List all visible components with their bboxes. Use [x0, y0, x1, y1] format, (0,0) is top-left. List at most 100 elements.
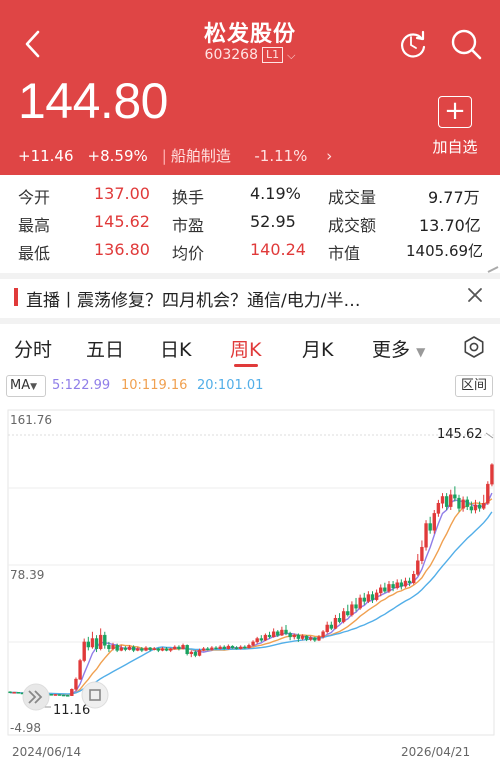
candle-body — [440, 496, 445, 504]
tab-monthly-k[interactable]: 月K — [302, 335, 333, 362]
candle — [156, 647, 161, 653]
range-button[interactable]: 区间 — [455, 375, 493, 397]
candle-body — [156, 648, 161, 651]
candle-body — [465, 499, 469, 507]
candle — [329, 621, 334, 631]
candle — [222, 645, 226, 650]
candle-body — [395, 582, 399, 589]
stat-label-avg: 均价 — [172, 244, 205, 263]
news-banner[interactable]: 直播丨震荡修复？四月机会？通信/电力/半… — [0, 280, 500, 316]
ma-selector[interactable]: MA▼ — [6, 375, 46, 397]
candle-body — [374, 592, 379, 600]
candle-body — [94, 638, 99, 649]
candle — [432, 510, 436, 534]
candle-body — [185, 645, 189, 655]
candle — [436, 499, 441, 517]
close-icon[interactable] — [464, 284, 486, 306]
candle-body — [164, 648, 169, 651]
candle-body — [152, 648, 156, 650]
candle-body — [288, 633, 292, 638]
tab-intraday[interactable]: 分时 — [14, 335, 52, 362]
candle-body — [103, 634, 107, 646]
refresh-icon[interactable] — [396, 27, 430, 61]
candle-body — [490, 464, 494, 485]
candle-body — [461, 499, 465, 509]
plus-icon: + — [438, 96, 472, 128]
candle-body — [115, 645, 119, 651]
candle — [449, 489, 453, 511]
candle-body — [251, 641, 255, 646]
stock-header: 松发股份 603268 L1 ⌵ 144.80 +11.46 +8.59% | 船舶制造 … — [0, 0, 500, 175]
candle-body — [123, 647, 128, 650]
candle-body — [8, 691, 12, 694]
candle — [185, 644, 189, 656]
candle — [420, 540, 424, 565]
candle-body — [226, 645, 231, 649]
candle — [98, 628, 103, 651]
candle — [350, 601, 354, 617]
candle — [457, 494, 461, 512]
tab-weekly-k[interactable]: 周K — [230, 335, 261, 362]
candle-body — [482, 502, 486, 509]
candle-body — [486, 483, 490, 504]
stats-row: 最低 136.80 均价 140.24 市值 1405.69亿 — [0, 240, 500, 268]
stat-value-avg: 140.24 — [250, 240, 306, 259]
candle — [280, 626, 284, 637]
tab-five-day[interactable]: 五日 — [86, 335, 124, 362]
candle — [57, 694, 62, 696]
candle — [201, 647, 206, 652]
candle — [12, 691, 16, 694]
sector-change: -1.11% — [254, 147, 308, 165]
candle-body — [12, 692, 16, 694]
stat-value-mktcap: 1405.69亿 — [406, 242, 484, 260]
news-text: 直播丨震荡修复？四月机会？通信/电力/半… — [26, 291, 361, 311]
separator: | — [161, 147, 167, 165]
candle — [251, 640, 255, 647]
candle-body — [391, 584, 395, 589]
stat-value-high: 145.62 — [94, 212, 150, 231]
expand-chevron-icon[interactable] — [486, 259, 500, 273]
candle-body — [383, 587, 387, 592]
candle-body — [350, 604, 354, 616]
candle-body — [16, 692, 20, 694]
stat-value-open: 137.00 — [94, 184, 150, 203]
crosshair-toggle-icon[interactable] — [81, 681, 109, 709]
stat-label-turnover: 换手 — [172, 188, 205, 207]
sector-link[interactable]: 船舶制造 -1.11% › — [171, 147, 346, 165]
fast-forward-icon[interactable] — [22, 683, 50, 711]
candle-body — [127, 646, 132, 650]
tab-daily-k[interactable]: 日K — [160, 335, 191, 362]
candle — [395, 579, 399, 590]
candle-body — [107, 645, 111, 649]
candle — [490, 463, 494, 487]
candle-body — [444, 496, 449, 507]
low-marker-label: 11.16 — [53, 703, 90, 718]
candle — [362, 592, 366, 605]
candle-body — [300, 635, 305, 639]
candle-body — [370, 594, 375, 600]
candle — [255, 636, 259, 644]
candle-body — [420, 546, 424, 561]
search-icon[interactable] — [448, 26, 484, 62]
stat-label-open: 今开 — [18, 188, 51, 207]
candle-body — [222, 646, 226, 649]
weekly-kline-chart[interactable]: 161.76 78.39 -4.98 2024/06/14 2026/04/21… — [0, 402, 500, 765]
add-favorite-button[interactable]: + 加自选 — [427, 96, 483, 157]
stat-value-low: 136.80 — [94, 240, 150, 259]
candle-body — [416, 560, 420, 575]
candle — [486, 481, 490, 505]
candle — [49, 694, 53, 696]
candle — [399, 579, 404, 590]
candle-body — [403, 580, 408, 587]
candle-body — [53, 694, 58, 696]
quote-stats: 今开 137.00 换手 4.19% 成交量 9.77万 最高 145.62 市… — [0, 175, 500, 273]
change-percent: +8.59% — [87, 147, 148, 165]
candle — [259, 635, 263, 642]
settings-icon[interactable] — [462, 335, 486, 359]
stat-label-high: 最高 — [18, 216, 51, 235]
candle-body — [148, 647, 152, 650]
tab-more[interactable]: 更多 ▼ — [372, 335, 425, 362]
candle-body — [276, 631, 280, 636]
candle-body — [477, 504, 482, 509]
candle — [82, 638, 86, 663]
